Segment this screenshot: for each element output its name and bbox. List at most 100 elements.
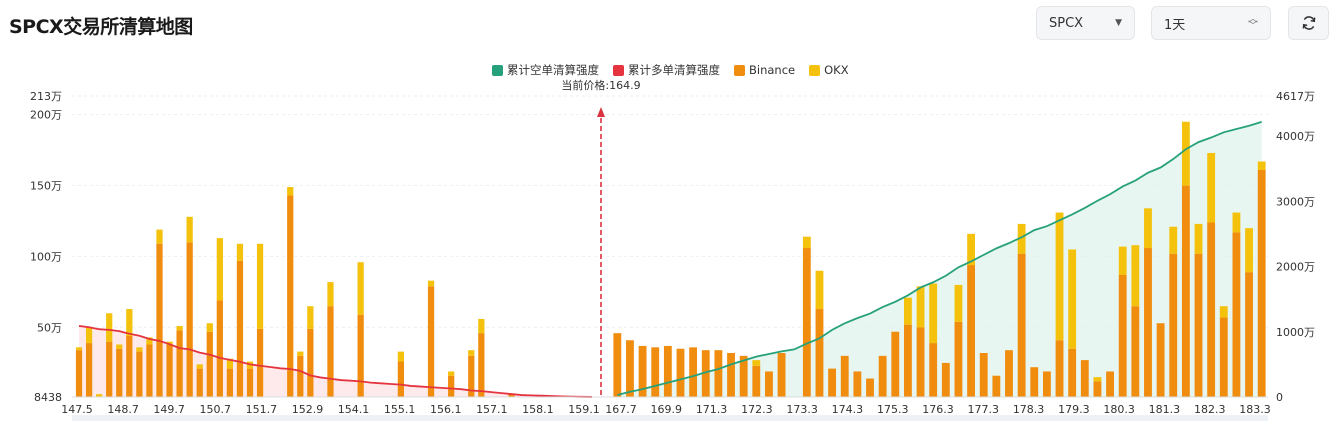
left-axis-tick-label: 200万 [30, 108, 62, 121]
okx-bar [196, 364, 203, 369]
binance-bar [116, 348, 123, 397]
binance-bar [878, 355, 887, 397]
x-axis-tick-label: 183.3 [1239, 403, 1271, 416]
binance-bar [397, 361, 404, 397]
binance-bar [226, 368, 234, 397]
binance-bar [106, 341, 113, 397]
binance-bar [1144, 248, 1152, 397]
binance-bar [156, 243, 163, 397]
binance-bar [357, 314, 364, 397]
okx-bar [427, 280, 435, 287]
binance-bar [916, 327, 925, 397]
current-price-label: 当前价格:164.9 [561, 78, 640, 92]
x-axis-tick-label: 154.1 [338, 403, 370, 416]
okx-bar [903, 297, 912, 325]
okx-bar [1181, 121, 1190, 186]
x-axis-tick-label: 147.5 [61, 403, 93, 416]
binance-bar [979, 353, 988, 397]
okx-bar [1055, 212, 1064, 341]
x-axis-tick-label: 159.1 [568, 403, 600, 416]
okx-bar [478, 318, 485, 334]
binance-bar [307, 328, 314, 397]
binance-bar [967, 265, 976, 397]
okx-bar [186, 216, 193, 243]
left-axis-tick-label: 100万 [30, 250, 62, 263]
x-axis-tick-label: 156.1 [430, 403, 462, 416]
short-cumulative-area [617, 121, 1262, 397]
okx-bar [397, 351, 404, 362]
binance-bar [954, 321, 963, 397]
x-axis-tick-label: 155.1 [384, 403, 416, 416]
binance-bar [663, 345, 672, 397]
okx-bar [307, 306, 314, 329]
binance-bar [903, 324, 912, 397]
x-axis-tick-label: 150.7 [200, 403, 232, 416]
left-axis-tick-label: 50万 [37, 321, 62, 334]
binance-bar [891, 331, 900, 397]
binance-bar [216, 300, 223, 397]
binance-bar [1068, 348, 1077, 397]
binance-bar [1055, 340, 1064, 397]
binance-bar [146, 344, 153, 397]
binance-bar [651, 347, 660, 397]
right-axis-tick-label: 2000万 [1276, 261, 1315, 274]
x-axis-tick-label: 175.3 [877, 403, 909, 416]
binance-bar [929, 343, 938, 397]
binance-bar [1181, 185, 1190, 397]
okx-bar [1068, 249, 1077, 349]
binance-bar [1194, 253, 1203, 397]
okx-bar [1131, 245, 1140, 307]
okx-bar [106, 313, 113, 342]
binance-bar [727, 353, 735, 397]
right-axis-tick-label: 4617万 [1276, 90, 1315, 103]
okx-bar [1245, 228, 1253, 273]
okx-bar [297, 351, 304, 356]
binance-bar [1232, 232, 1241, 397]
okx-bar [116, 344, 123, 349]
binance-bar [85, 343, 93, 397]
binance-bar [777, 353, 786, 397]
x-axis-tick-label: 176.3 [922, 403, 954, 416]
long-cumulative-area [79, 325, 592, 397]
binance-bar [427, 286, 435, 397]
okx-bar [815, 270, 824, 310]
okx-bar [1232, 212, 1241, 233]
x-axis-tick-label: 151.7 [246, 403, 278, 416]
binance-bar [1169, 253, 1178, 397]
binance-bar [1156, 323, 1165, 397]
x-axis-tick-label: 149.7 [153, 403, 185, 416]
x-axis-tick-label: 158.1 [522, 403, 554, 416]
okx-bar [1144, 208, 1152, 249]
okx-bar [156, 229, 163, 244]
binance-bar [1245, 272, 1253, 397]
right-axis-tick-label: 4000万 [1276, 130, 1315, 143]
x-axis-tick-label: 152.9 [292, 403, 324, 416]
okx-bar [1118, 246, 1127, 275]
okx-bar [85, 327, 93, 344]
okx-bar [954, 284, 963, 322]
okx-bar [916, 286, 925, 328]
right-axis-tick-label: 3000万 [1276, 195, 1315, 208]
x-axis-tick-label: 182.3 [1194, 403, 1226, 416]
okx-bar [75, 347, 83, 351]
binance-bar [853, 371, 862, 397]
x-axis-tick-label: 148.7 [107, 403, 139, 416]
binance-bar [1005, 350, 1013, 397]
binance-bar [941, 362, 950, 397]
okx-bar [176, 326, 183, 331]
x-axis-tick-label: 179.3 [1058, 403, 1090, 416]
binance-bar [815, 309, 824, 397]
binance-bar [866, 378, 874, 397]
binance-bar [297, 355, 304, 397]
x-axis-tick-label: 172.3 [741, 403, 773, 416]
x-axis-tick-label: 173.3 [786, 403, 818, 416]
binance-bar [1131, 306, 1140, 397]
binance-bar [828, 368, 837, 397]
binance-bar [1042, 371, 1051, 397]
okx-bar [136, 347, 143, 352]
binance-bar [802, 248, 811, 397]
left-axis-tick-label: 8438 [34, 391, 62, 404]
binance-bar [1118, 274, 1127, 397]
binance-bar [1257, 169, 1266, 397]
okx-bar [206, 323, 213, 332]
